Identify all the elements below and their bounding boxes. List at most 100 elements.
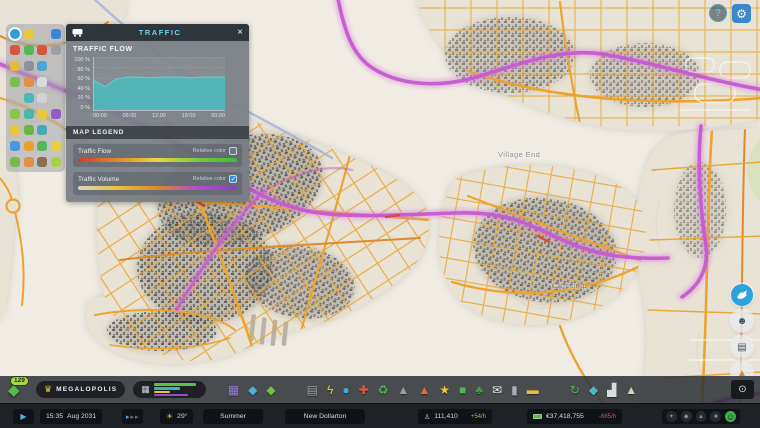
help-button[interactable]: ? (709, 4, 727, 22)
status-icon[interactable]: ◆ (681, 411, 692, 422)
xp-badge[interactable]: ◆ 129 (6, 379, 30, 401)
xp-level: 129 (10, 376, 29, 386)
roads-icon[interactable]: ▤ (307, 384, 318, 396)
chirper-button[interactable] (731, 284, 753, 306)
health-deathcare-icon[interactable]: ✚ (359, 384, 369, 396)
progression-icon[interactable]: ◆ (589, 384, 598, 396)
date-value: Aug 2031 (67, 413, 96, 420)
infoview-icon (51, 93, 61, 103)
infoview-icon[interactable] (24, 109, 34, 119)
vegetation-icon[interactable]: ◆ (266, 384, 275, 396)
money-value: €37,418,755 (546, 413, 584, 420)
infoview-icon[interactable] (37, 157, 47, 167)
communications-icon[interactable]: ✉ (492, 384, 502, 396)
demand-pill[interactable]: ▦ (133, 381, 206, 398)
infoview-icon[interactable] (51, 29, 61, 39)
infoview-icon[interactable] (10, 29, 20, 39)
infoview-icon (10, 93, 20, 103)
education-icon[interactable]: ▲ (397, 384, 409, 396)
infoview-icon[interactable] (10, 157, 20, 167)
y-tick: 100 % (73, 57, 90, 63)
settings-button[interactable]: ⚙ (732, 4, 751, 23)
money-pill[interactable]: €37,418,755 -685/h (527, 409, 622, 424)
infoview-icon[interactable] (51, 141, 61, 151)
traffic-flow-title: TRAFFIC FLOW (73, 46, 242, 53)
infoview-icon[interactable] (51, 45, 61, 55)
infoview-icon[interactable] (10, 45, 20, 55)
speed-3-icon[interactable]: ▸ (135, 413, 139, 421)
followed-citizens-button[interactable]: ☻ (731, 310, 753, 332)
map-tiles-icon[interactable]: ▲ (625, 384, 637, 396)
infoview-icon[interactable] (37, 45, 47, 55)
monuments-icon[interactable]: ▮ (511, 384, 518, 396)
districts-icon[interactable]: ◆ (248, 384, 257, 396)
season-pill[interactable]: Summer (203, 409, 263, 424)
district-label: Crossing (552, 281, 585, 290)
traffic-panel-header: TRAFFIC × (66, 24, 249, 41)
infoview-icon[interactable] (37, 77, 47, 87)
status-bar: ▶ 15:35 Aug 2031 ▸ ▸ ▸ ☀ 29° Summer New … (0, 403, 760, 428)
infoview-icon[interactable] (24, 29, 34, 39)
electricity-icon[interactable]: ϟ (327, 384, 333, 396)
bulldozer-icon[interactable]: ▬ (527, 384, 539, 396)
y-tick: 0 % (73, 105, 90, 111)
happiness-icon[interactable]: ☺ (725, 411, 736, 422)
relative-color-checkbox[interactable] (229, 175, 237, 183)
infoview-icon[interactable] (10, 141, 20, 151)
x-tick: 18:00 (182, 113, 196, 119)
datetime-pill[interactable]: 15:35 Aug 2031 (40, 409, 102, 424)
free-camera-button[interactable]: ⊙ (731, 380, 754, 399)
population-value: 111,410 (434, 413, 458, 420)
water-sewage-icon[interactable]: ● (342, 384, 349, 396)
population-pill[interactable]: ♙ 111,410 +54/h (418, 409, 492, 424)
city-status-cluster[interactable]: ✦ ◆ ▲■ ☺ (662, 409, 740, 424)
infoview-icon[interactable] (24, 77, 34, 87)
time-value: 15:35 (46, 413, 63, 420)
infoview-icon[interactable] (24, 45, 34, 55)
infoview-icon[interactable] (10, 125, 20, 135)
milestone-pill[interactable]: ♛ MEGALOPOLIS (36, 381, 125, 398)
parks-recreation-icon[interactable]: ♣ (475, 384, 483, 396)
zoning-icon[interactable]: ▦ (228, 384, 239, 396)
x-tick: 06:00 (123, 113, 137, 119)
question-icon: ? (715, 8, 721, 19)
play-pause-button[interactable]: ▶ (13, 409, 34, 424)
fire-rescue-icon[interactable]: ▲ (418, 384, 430, 396)
infoview-icon (37, 29, 47, 39)
infoview-icon[interactable] (24, 93, 34, 103)
infoview-icon[interactable] (37, 125, 47, 135)
infoview-icon[interactable] (24, 157, 34, 167)
infoview-icon[interactable] (24, 125, 34, 135)
infoview-icon[interactable] (10, 109, 20, 119)
speed-1-icon[interactable]: ▸ (126, 413, 130, 421)
city-name-pill[interactable]: New Dollarton (285, 409, 365, 424)
transportation-icon[interactable]: ■ (459, 384, 466, 396)
weather-pill[interactable]: ☀ 29° (160, 409, 193, 424)
status-icon[interactable]: ■ (710, 411, 721, 422)
statistics-icon[interactable]: ▟ (607, 384, 616, 396)
economy-icon[interactable]: ↻ (570, 384, 580, 396)
person-icon: ☻ (737, 316, 748, 327)
infoview-icon[interactable] (51, 109, 61, 119)
relative-color-checkbox[interactable] (229, 147, 237, 155)
status-icon[interactable]: ✦ (666, 411, 677, 422)
infoview-icon[interactable] (37, 141, 47, 151)
infoview-icon[interactable] (24, 141, 34, 151)
infoview-icon[interactable] (37, 109, 47, 119)
infoview-icon[interactable] (37, 93, 47, 103)
infoview-icon[interactable] (10, 61, 20, 71)
close-icon[interactable]: × (237, 28, 243, 38)
sim-speed-control[interactable]: ▸ ▸ ▸ (122, 409, 143, 424)
journal-button[interactable]: ▤ (731, 336, 753, 358)
infoview-icon[interactable] (24, 61, 34, 71)
garbage-icon[interactable]: ♻ (378, 384, 389, 396)
map-legend-title: MAP LEGEND (66, 126, 249, 139)
city-icon: ▦ (141, 385, 150, 394)
infoview-icon[interactable] (37, 61, 47, 71)
speed-2-icon[interactable]: ▸ (131, 413, 135, 421)
infoview-icon[interactable] (51, 157, 61, 167)
infoview-icon[interactable] (10, 77, 20, 87)
police-icon[interactable]: ★ (439, 384, 450, 396)
legend-label: Traffic Volume (78, 176, 119, 183)
status-icon[interactable]: ▲ (696, 411, 707, 422)
